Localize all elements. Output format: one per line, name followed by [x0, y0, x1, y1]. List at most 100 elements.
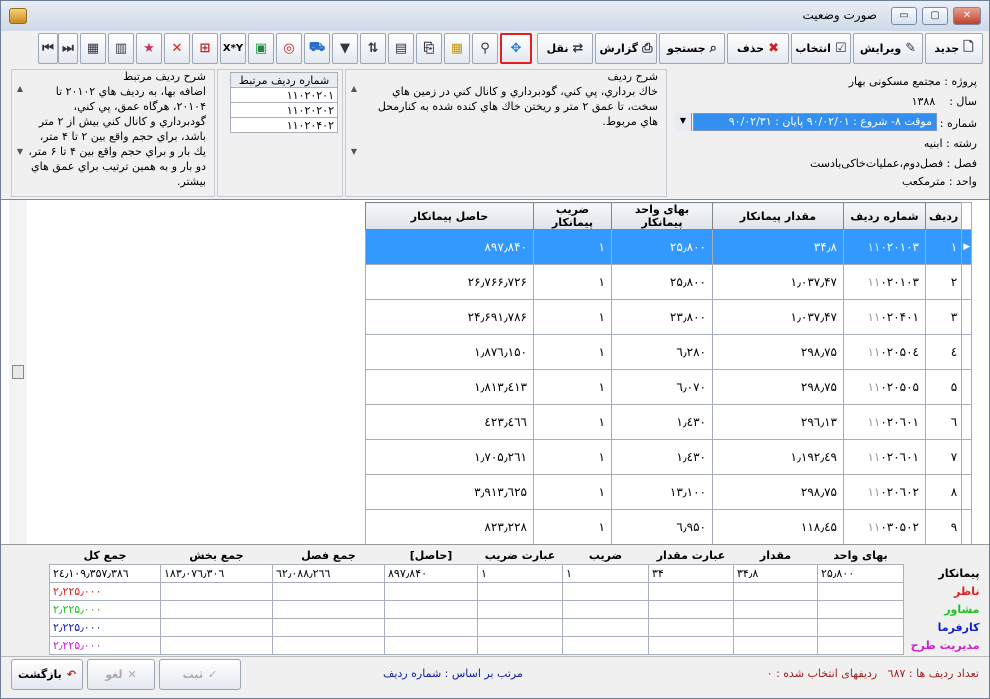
summary-cell[interactable] — [648, 599, 734, 619]
summary-cell[interactable]: ۱ — [477, 563, 563, 583]
summary-cell[interactable] — [384, 635, 478, 655]
cell-id[interactable]: ۱۱۰۲۰۴۰۱ — [843, 299, 926, 335]
cell-unit-price[interactable]: ٦٫۲۸۰ — [611, 334, 713, 370]
cancel-button[interactable]: ✕ لغو — [87, 659, 155, 690]
cell-row[interactable]: ٤ — [924, 334, 963, 370]
cell-coef[interactable]: ۱ — [533, 439, 612, 475]
summary-cell[interactable] — [562, 599, 649, 619]
table-button[interactable]: ▦ — [80, 33, 106, 64]
related-row[interactable]: ۱۱۰۲۰۲۰۱ — [230, 87, 338, 103]
summary-cell[interactable]: ٦۲٫۰۸۸٫۲٦٦ — [272, 563, 385, 583]
minimize-button[interactable]: ▭ — [891, 7, 917, 25]
col-header-qty[interactable]: مقدار پیمانکار — [712, 202, 844, 230]
cell-unit-price[interactable]: ۱٫٤۳۰ — [611, 404, 713, 440]
summary-cell[interactable] — [160, 635, 273, 655]
cell-coef[interactable]: ۱ — [533, 229, 612, 265]
summary-cell[interactable] — [272, 581, 385, 601]
col-header-id[interactable]: شماره ردیف — [843, 202, 926, 230]
transfer-button[interactable]: ⇄ نقل — [537, 33, 593, 64]
cell-total[interactable]: ۱٫۸۷٦٫۱۵۰ — [365, 334, 534, 370]
col-header-total[interactable]: حاصل پیمانکار — [365, 202, 534, 230]
edit-button[interactable]: ✎ ویرایش — [853, 33, 923, 64]
select-button[interactable]: ☑ انتخاب — [791, 33, 851, 64]
cell-qty[interactable]: ۱٫۰۳۷٫۴۷ — [712, 264, 844, 300]
cell-coef[interactable]: ۱ — [533, 369, 612, 405]
cell-row[interactable]: ۲ — [924, 264, 963, 300]
cell-id[interactable]: ۱۱۰۲۰٦۰۱ — [843, 439, 926, 475]
table-row[interactable]: ٦ ۱۱۰۲۰٦۰۱ ۲۹٦٫۱۳ ۱٫٤۳۰ ۱ ٤۲۳٫٤٦٦ — [365, 404, 973, 440]
new-button[interactable]: 🗋 جدید — [925, 33, 983, 64]
table-row[interactable]: ▶ ۱ ۱۱۰۲۰۱۰۳ ۳۴٫۸ ۲۵٫۸۰۰ ۱ ۸۹۷٫۸۴۰ — [365, 229, 973, 265]
close-button[interactable]: ✕ — [953, 7, 981, 25]
cell-total[interactable]: ۳٫۹۱۳٫٦۲۵ — [365, 474, 534, 510]
back-button[interactable]: ↶ بازگشت — [11, 659, 83, 690]
maximize-button[interactable]: ▢ — [922, 7, 948, 25]
cell-row[interactable]: ٦ — [924, 404, 963, 440]
summary-cell[interactable]: ۱۸۳٫۰۷٦٫۳۰٦ — [160, 563, 273, 583]
cell-unit-price[interactable]: ۲۵٫۸۰۰ — [611, 264, 713, 300]
summary-cell[interactable]: ۳۴٫۸ — [733, 563, 818, 583]
ruler-button[interactable]: ▦ — [444, 33, 470, 64]
summary-cell[interactable] — [562, 581, 649, 601]
table-row[interactable]: ۲ ۱۱۰۲۰۱۰۳ ۱٫۰۳۷٫۴۷ ۲۵٫۸۰۰ ۱ ۲۶٫۷۶۶٫۷۲۶ — [365, 264, 973, 300]
pdf-button[interactable]: ▤ — [388, 33, 414, 64]
cell-total[interactable]: ۲۶٫۷۶۶٫۷۲۶ — [365, 264, 534, 300]
cancel-x-button[interactable]: ✕ — [164, 33, 190, 64]
cell-row[interactable]: ۷ — [924, 439, 963, 475]
search-button[interactable]: ⌕ جستجو — [659, 33, 725, 64]
related-row[interactable]: ۱۱۰۲۰۴۰۲ — [230, 117, 338, 133]
delete-button[interactable]: ✖ حذف — [727, 33, 789, 64]
summary-cell[interactable] — [384, 581, 478, 601]
first-record-button[interactable]: ⏮ — [38, 33, 58, 64]
table-row[interactable]: ۵ ۱۱۰۲۰۵۰۵ ۲۹۸٫۷۵ ٦٫۰۷۰ ۱ ۱٫۸۱۳٫٤۱۳ — [365, 369, 973, 405]
scroll-thumb[interactable] — [12, 365, 24, 379]
summary-cell[interactable] — [160, 599, 273, 619]
summary-cell[interactable] — [648, 581, 734, 601]
cell-unit-price[interactable]: ۱٫٤۳۰ — [611, 439, 713, 475]
cell-id[interactable]: ۱۱۰۲۰۱۰۳ — [843, 229, 926, 265]
cell-total[interactable]: ۲۴٫۶۹۱٫۷۸۶ — [365, 299, 534, 335]
summary-cell[interactable]: ۲٤٫۱۰۹٫۳۵۷٫۳۸٦ — [49, 563, 161, 583]
summary-cell[interactable] — [384, 599, 478, 619]
tree-button[interactable]: ⊞ — [192, 33, 218, 64]
cell-unit-price[interactable]: ٦٫۰۷۰ — [611, 369, 713, 405]
cell-id[interactable]: ۱۱۰۲۰۱۰۳ — [843, 264, 926, 300]
cell-unit-price[interactable]: ٦٫۹۵۰ — [611, 509, 713, 545]
summary-cell[interactable] — [733, 617, 818, 637]
summary-cell[interactable] — [272, 635, 385, 655]
excel-button[interactable]: ▣ — [248, 33, 274, 64]
cell-id[interactable]: ۱۱۰۲۰٦۰۱ — [843, 404, 926, 440]
target-button[interactable]: ◎ — [276, 33, 302, 64]
related-desc-scrollbar[interactable]: ▲ ▼ — [13, 84, 27, 192]
cell-row[interactable]: ۵ — [924, 369, 963, 405]
cell-qty[interactable]: ۲۹۸٫۷۵ — [712, 369, 844, 405]
cell-qty[interactable]: ۱۱۸٫٤۵ — [712, 509, 844, 545]
cell-total[interactable]: ۸۲۳٫۲۲۸ — [365, 509, 534, 545]
filter-button[interactable]: ▼ — [332, 33, 358, 64]
calculator-button[interactable]: ▥ — [108, 33, 134, 64]
report-button[interactable]: ⎙ گزارش — [595, 33, 657, 64]
cell-row[interactable]: ۸ — [924, 474, 963, 510]
cell-id[interactable]: ۱۱۰۲۰۵۰۵ — [843, 369, 926, 405]
col-header-unit-price[interactable]: بهای واحد پیمانکار — [611, 202, 713, 230]
cell-unit-price[interactable]: ۲۳٫۸۰۰ — [611, 299, 713, 335]
summary-cell[interactable] — [384, 617, 478, 637]
summary-cell[interactable] — [562, 635, 649, 655]
cell-qty[interactable]: ۳۴٫۸ — [712, 229, 844, 265]
cell-qty[interactable]: ۱٫۰۳۷٫۴۷ — [712, 299, 844, 335]
print-preview-button[interactable]: ⎘ — [416, 33, 442, 64]
summary-cell[interactable] — [562, 617, 649, 637]
number-select[interactable]: موقت ۸- شروع : ۹۰/۰۲/۰۱ پایان : ۹۰/۰۲/۳۱ — [693, 113, 937, 131]
save-button[interactable]: ✓ ثبت — [159, 659, 241, 690]
summary-cell[interactable]: ۲٫۲۲۵٫۰۰۰ — [49, 617, 161, 637]
move-button[interactable]: ✥ — [500, 33, 532, 64]
summary-cell[interactable] — [817, 581, 904, 601]
cell-qty[interactable]: ۱٫۱۹۲٫٤۹ — [712, 439, 844, 475]
summary-cell[interactable] — [817, 599, 904, 619]
cell-total[interactable]: ۱٫۸۱۳٫٤۱۳ — [365, 369, 534, 405]
summary-cell[interactable] — [648, 635, 734, 655]
summary-cell[interactable] — [272, 599, 385, 619]
cell-qty[interactable]: ۲۹۸٫۷۵ — [712, 334, 844, 370]
summary-cell[interactable] — [160, 581, 273, 601]
cell-coef[interactable]: ۱ — [533, 299, 612, 335]
